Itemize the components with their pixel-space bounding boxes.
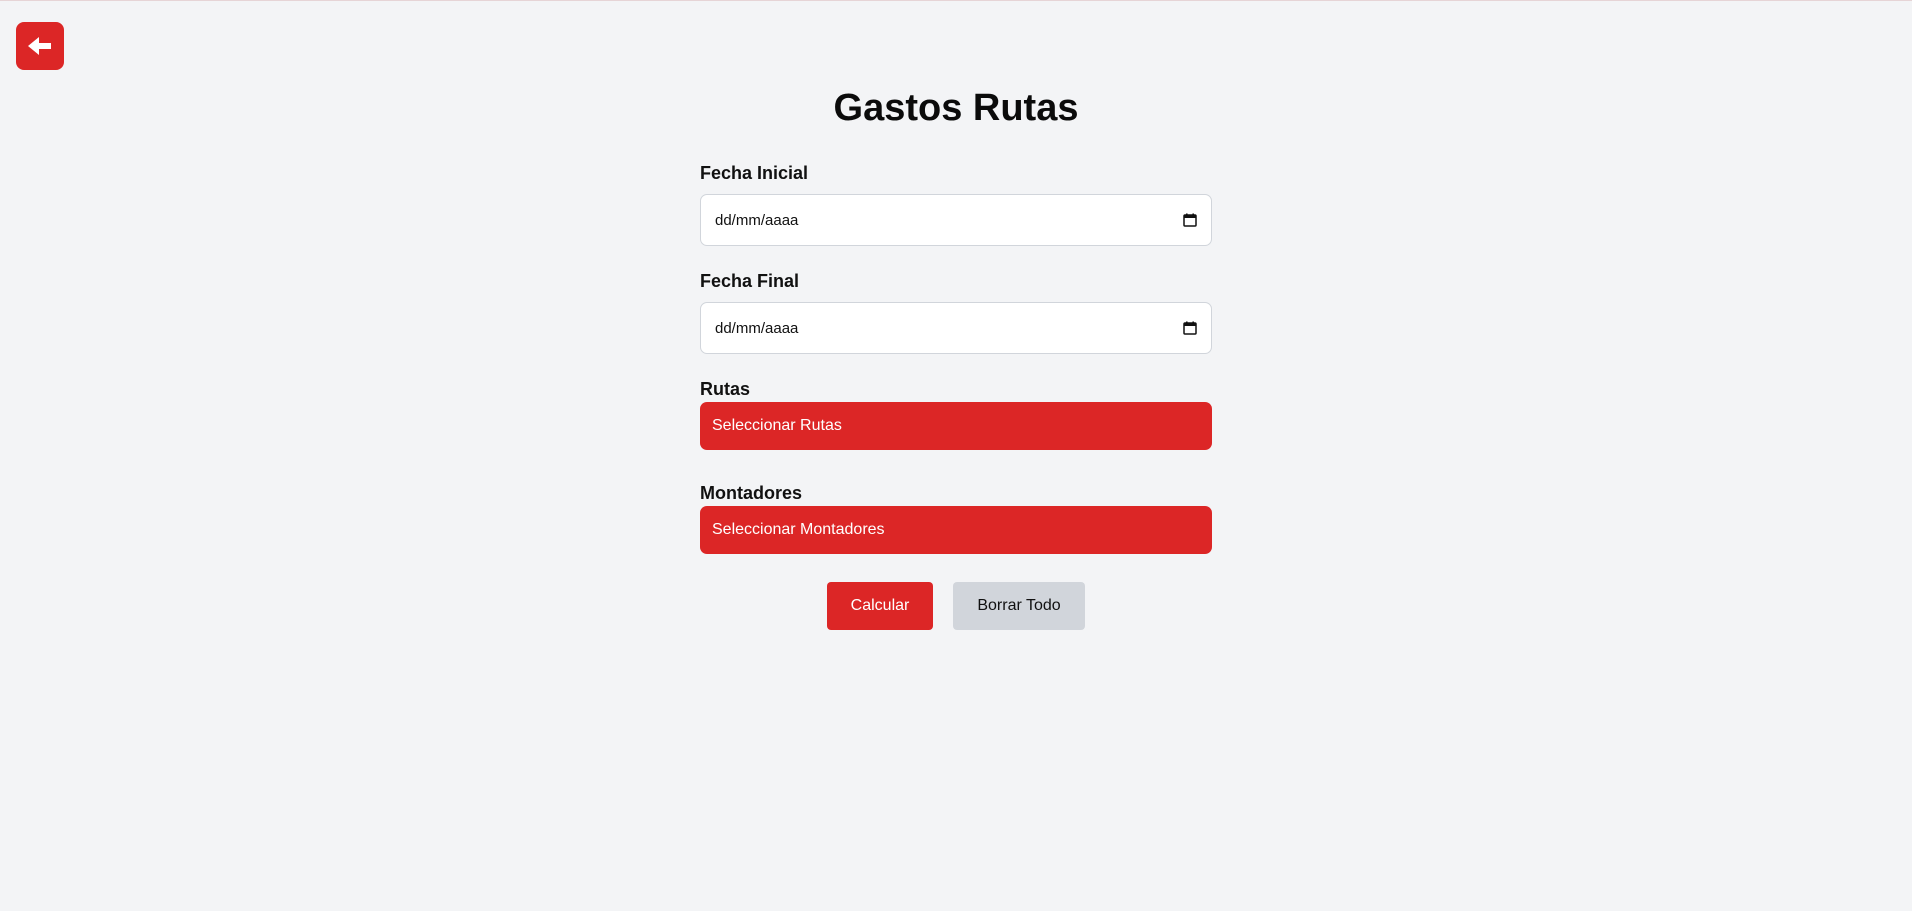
top-border <box>0 0 1912 1</box>
select-montadores-button[interactable]: Seleccionar Montadores <box>700 506 1212 554</box>
page-title: Gastos Rutas <box>833 87 1079 129</box>
fecha-inicial-placeholder: dd/mm/aaaa <box>715 211 799 229</box>
fecha-inicial-label: Fecha Inicial <box>700 163 809 183</box>
fecha-inicial-input[interactable]: dd/mm/aaaa <box>700 194 1212 246</box>
fecha-final-placeholder: dd/mm/aaaa <box>715 319 799 337</box>
borrar-todo-button[interactable]: Borrar Todo <box>953 582 1085 630</box>
fecha-final-input[interactable]: dd/mm/aaaa <box>700 302 1212 354</box>
rutas-label: Rutas <box>700 379 751 399</box>
calendar-icon[interactable] <box>1183 321 1197 335</box>
calendar-icon[interactable] <box>1183 213 1197 227</box>
back-button[interactable] <box>16 22 64 70</box>
select-rutas-button[interactable]: Seleccionar Rutas <box>700 402 1212 450</box>
fecha-final-label: Fecha Final <box>700 271 800 291</box>
arrow-left-icon <box>28 36 52 56</box>
montadores-label: Montadores <box>700 483 803 503</box>
calcular-button[interactable]: Calcular <box>827 582 933 630</box>
